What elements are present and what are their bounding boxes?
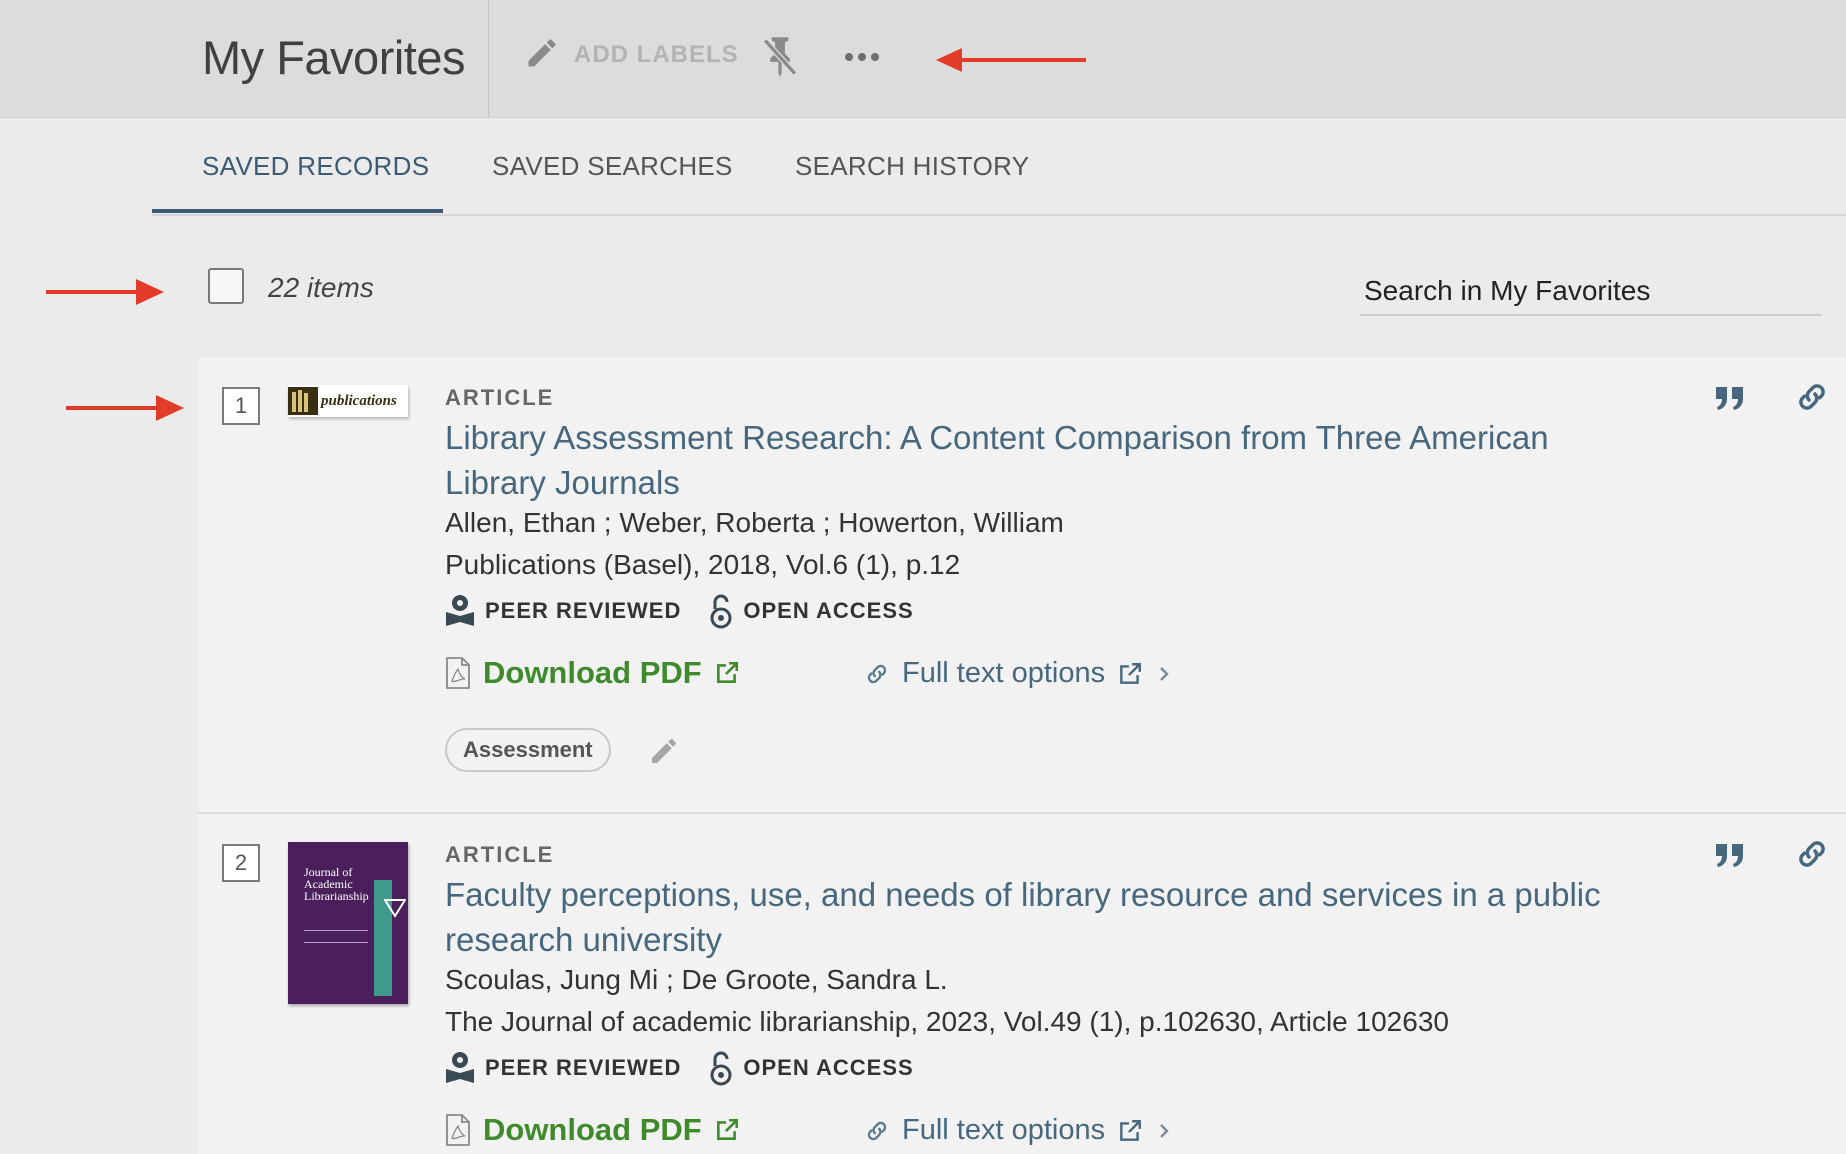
chevron-right-icon [1160, 666, 1169, 681]
pdf-file-icon [446, 1114, 470, 1146]
thumbnail-caption: Journal of Academic Librarianship [304, 865, 369, 903]
record-authors: Scoulas, Jung Mi ; De Groote, Sandra L. [445, 964, 948, 995]
favorites-tabs: SAVED RECORDS SAVED SEARCHES SEARCH HIST… [152, 117, 1846, 216]
record-thumbnail[interactable]: Journal of Academic Librarianship [288, 842, 408, 1004]
record-source: The Journal of academic librarianship, 2… [445, 1006, 1449, 1037]
badge-label: OPEN ACCESS [743, 1055, 914, 1080]
external-link-icon [1120, 1119, 1142, 1141]
badge-label: PEER REVIEWED [485, 1055, 682, 1080]
result-record: 2 Journal of Academic Librarianship ARTI… [198, 814, 1846, 1154]
external-link-icon [1120, 662, 1142, 684]
tab-saved-searches[interactable]: SAVED SEARCHES [492, 151, 733, 182]
external-link-icon [716, 1118, 738, 1140]
more-options-icon[interactable] [842, 44, 882, 70]
badge-label: PEER REVIEWED [485, 598, 682, 623]
full-text-options-label: Full text options [902, 1114, 1106, 1146]
download-pdf-link[interactable]: Download PDF [445, 655, 740, 691]
thumbnail-caption: publications [321, 392, 397, 409]
permalink-icon[interactable] [1794, 836, 1830, 872]
tab-search-history[interactable]: SEARCH HISTORY [795, 151, 1029, 182]
record-label-chip[interactable]: Assessment [445, 728, 611, 772]
full-text-options-link[interactable]: Full text options [864, 1114, 1173, 1147]
annotation-arrow-icon [936, 48, 1086, 72]
pencil-icon [524, 35, 560, 76]
record-title-line: research university [445, 921, 722, 958]
link-icon [867, 1121, 887, 1140]
record-title-line: Faculty perceptions, use, and needs of l… [445, 876, 1601, 913]
cover-triangle-icon [384, 899, 406, 918]
record-title[interactable]: Library Assessment Research: A Content C… [445, 415, 1605, 505]
tab-saved-records[interactable]: SAVED RECORDS [202, 151, 429, 182]
page-title: My Favorites [202, 31, 466, 84]
record-checkbox[interactable]: 2 [222, 844, 260, 882]
open-access-icon [710, 594, 732, 629]
add-labels-label: ADD LABELS [574, 41, 739, 68]
active-tab-indicator [152, 209, 443, 213]
pdf-file-icon [446, 657, 470, 689]
open-access-icon [710, 1051, 732, 1086]
record-checkbox[interactable]: 1 [222, 387, 260, 425]
result-record: 1 publications ARTICLE Library Assessmen… [198, 357, 1846, 814]
peer-reviewed-badge: PEER REVIEWED [445, 594, 681, 628]
full-text-options-label: Full text options [902, 657, 1106, 689]
header-divider [488, 0, 489, 117]
record-source: Publications (Basel), 2018, Vol.6 (1), p… [445, 549, 961, 580]
peer-reviewed-badge: PEER REVIEWED [445, 1051, 681, 1085]
record-badges: PEER REVIEWED OPEN ACCESS [445, 1050, 942, 1086]
badge-label: OPEN ACCESS [743, 598, 914, 623]
permalink-icon[interactable] [1794, 379, 1830, 415]
search-favorites-input[interactable] [1360, 268, 1822, 316]
cover-rule [304, 942, 368, 943]
open-access-badge: OPEN ACCESS [709, 593, 913, 629]
record-title-line: Library Assessment Research: A Content C… [445, 419, 1549, 456]
add-labels-button[interactable]: ADD LABELS [524, 30, 739, 80]
download-pdf-link[interactable]: Download PDF [445, 1112, 740, 1148]
citation-quote-icon[interactable] [1714, 840, 1746, 870]
record-title-line: Library Journals [445, 464, 680, 501]
items-count: 22 items [268, 272, 374, 303]
external-link-icon [716, 661, 738, 683]
download-pdf-label: Download PDF [483, 655, 702, 690]
citation-quote-icon[interactable] [1714, 383, 1746, 413]
record-type: ARTICLE [445, 385, 555, 410]
chevron-right-icon [1160, 1123, 1169, 1138]
peer-reviewed-icon [446, 1052, 474, 1083]
unpin-icon[interactable] [760, 34, 800, 80]
annotation-arrow-icon [46, 279, 164, 305]
record-badges: PEER REVIEWED OPEN ACCESS [445, 593, 942, 629]
link-icon [867, 664, 887, 683]
edit-label-pencil-icon[interactable] [648, 735, 680, 767]
record-title[interactable]: Faculty perceptions, use, and needs of l… [445, 872, 1645, 962]
cover-rule [304, 930, 368, 931]
annotation-arrow-icon [66, 395, 184, 421]
full-text-options-link[interactable]: Full text options [864, 657, 1173, 690]
peer-reviewed-icon [446, 595, 474, 626]
select-all-checkbox[interactable] [208, 268, 244, 304]
record-type: ARTICLE [445, 842, 555, 867]
record-thumbnail[interactable]: publications [288, 385, 408, 417]
open-access-badge: OPEN ACCESS [709, 1050, 913, 1086]
download-pdf-label: Download PDF [483, 1112, 702, 1147]
record-authors: Allen, Ethan ; Weber, Roberta ; Howerton… [445, 507, 1064, 538]
publications-logo-icon [288, 387, 318, 415]
